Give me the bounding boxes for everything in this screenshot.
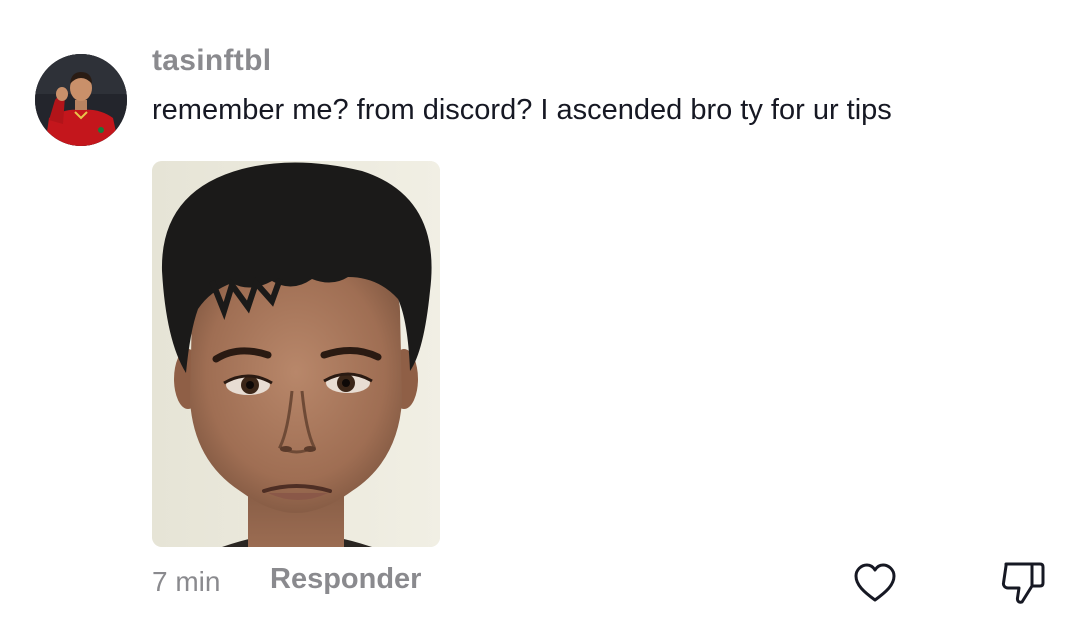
user-avatar[interactable] [35,54,127,146]
avatar-photo [35,54,127,146]
comment-username[interactable]: tasinftbl [152,44,271,78]
comment-timestamp: 7 min [152,566,221,597]
like-button[interactable] [852,560,898,606]
comment-item: tasinftbl remember me? from discord? I a… [0,0,1080,642]
reply-button[interactable]: Responder [270,563,421,596]
dislike-button[interactable] [998,558,1048,608]
thumbs-down-outline-icon [1001,562,1045,604]
comment-text: remember me? from discord? I ascended br… [152,94,892,126]
comment-attached-image[interactable] [152,161,440,547]
heart-outline-icon [854,563,896,602]
portrait-photo [152,161,440,547]
